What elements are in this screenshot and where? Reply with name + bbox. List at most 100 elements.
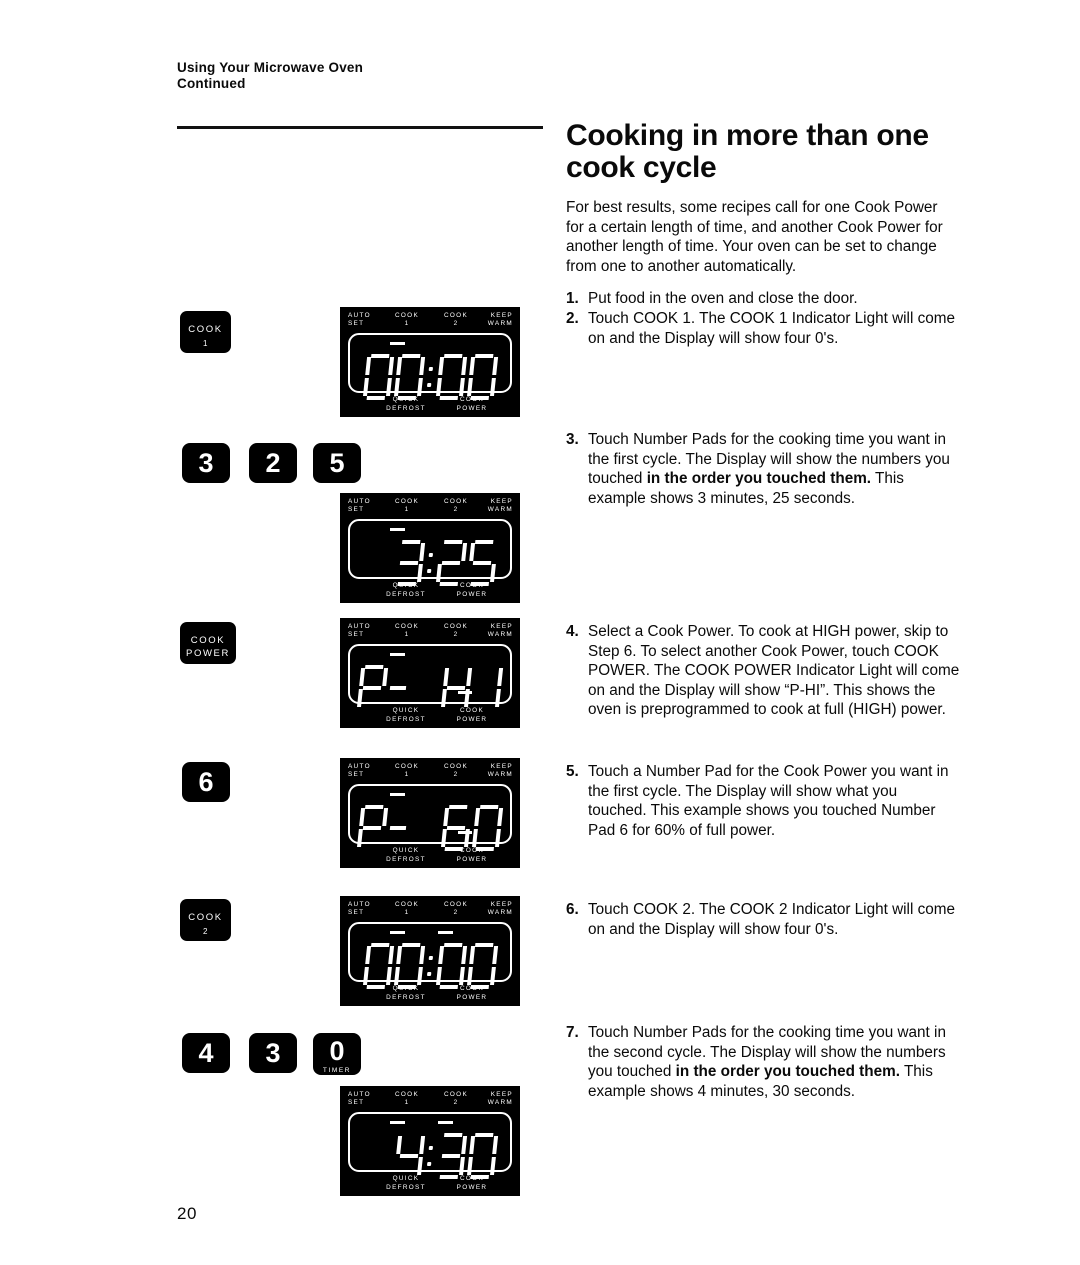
label-auto-set: AUTO SET — [348, 312, 371, 328]
display-power-p60: AUTO SET COOK 1 COOK 2 KEEP WARM QUICK D… — [340, 758, 520, 868]
display-blank-digit — [365, 1133, 392, 1179]
label-cook-1: COOK 1 — [394, 901, 420, 917]
display-bottom-indicator-labels: QUICK DEFROST COOK POWER — [340, 395, 520, 413]
button-cook-power-label-line1: COOK — [190, 635, 226, 646]
display-bottom-indicator-labels: QUICK DEFROST COOK POWER — [340, 1174, 520, 1192]
button-cook-2[interactable]: COOK 2 — [180, 899, 231, 941]
label-cook-2: COOK 2 — [443, 498, 469, 514]
label-quick-defrost: QUICK DEFROST — [386, 707, 426, 723]
display-digit-0 — [466, 1133, 498, 1179]
indicator-light-cook-1 — [390, 528, 405, 531]
indicator-light-cook-1 — [390, 793, 405, 796]
indicator-light-cook-1 — [390, 342, 405, 345]
step-3-number: 3. — [566, 431, 579, 448]
numpad-3-digit: 3 — [198, 448, 214, 478]
section-divider-rule — [177, 126, 543, 129]
label-auto-set: AUTO SET — [348, 901, 371, 917]
label-keep-warm: KEEP WARM — [487, 1091, 513, 1107]
display-digit-0 — [435, 354, 467, 400]
display-top-indicator-labels: AUTO SET COOK 1 COOK 2 KEEP WARM — [340, 623, 520, 643]
numpad-4-digit: 4 — [198, 1038, 214, 1068]
button-cook-1-label-line2: 1 — [202, 339, 209, 348]
label-keep-warm: KEEP WARM — [487, 498, 513, 514]
display-bottom-indicator-labels: QUICK DEFROST COOK POWER — [340, 706, 520, 724]
label-cook-power: COOK POWER — [456, 582, 488, 598]
numpad-3-second-digit: 3 — [265, 1038, 281, 1068]
display-digit-0 — [466, 354, 498, 400]
display-screen — [348, 784, 512, 851]
numpad-3[interactable]: 3 — [182, 443, 230, 483]
step-7-number: 7. — [566, 1024, 579, 1041]
display-dash — [386, 665, 413, 711]
step-6-text-before: Touch COOK 2. The COOK 2 Indicator Light… — [588, 901, 955, 938]
step-4-text: Select a Cook Power. To cook at HIGH pow… — [588, 622, 960, 720]
label-cook-power: COOK POWER — [456, 985, 488, 1001]
display-power-phi: AUTO SET COOK 1 COOK 2 KEEP WARM QUICK D… — [340, 618, 520, 728]
display-digit-P — [357, 665, 389, 711]
display-digit-4 — [393, 1133, 425, 1179]
step-7-text: Touch Number Pads for the cooking time y… — [588, 1023, 960, 1101]
label-auto-set: AUTO SET — [348, 623, 371, 639]
step-2: 2. Touch COOK 1. The COOK 1 Indicator Li… — [566, 309, 960, 348]
numpad-2[interactable]: 2 — [249, 443, 297, 483]
numpad-3-second[interactable]: 3 — [249, 1033, 297, 1073]
numpad-5-digit: 5 — [329, 448, 345, 478]
display-screen — [348, 644, 512, 707]
label-auto-set: AUTO SET — [348, 763, 371, 779]
display-top-indicator-labels: AUTO SET COOK 1 COOK 2 KEEP WARM — [340, 1091, 520, 1111]
label-cook-2: COOK 2 — [443, 763, 469, 779]
label-cook-2: COOK 2 — [443, 1091, 469, 1107]
display-cook2-zeros: AUTO SET COOK 1 COOK 2 KEEP WARM QUICK D… — [340, 896, 520, 1006]
display-top-indicator-labels: AUTO SET COOK 1 COOK 2 KEEP WARM — [340, 901, 520, 921]
numpad-6[interactable]: 6 — [182, 762, 230, 802]
button-cook-power-label-line2: POWER — [186, 648, 230, 659]
display-top-indicator-labels: AUTO SET COOK 1 COOK 2 KEEP WARM — [340, 498, 520, 518]
numpad-0-timer[interactable]: 0 TIMER — [313, 1033, 361, 1075]
step-6-number: 6. — [566, 901, 579, 918]
step-5-number: 5. — [566, 763, 579, 780]
display-digit-H — [441, 665, 473, 711]
label-auto-set: AUTO SET — [348, 1091, 371, 1107]
numpad-0-digit: 0 — [329, 1036, 345, 1066]
display-digit-0 — [362, 354, 394, 400]
display-digit-0 — [466, 943, 498, 989]
display-digit-0 — [393, 354, 425, 400]
display-blank-digit — [412, 665, 439, 711]
page-number: 20 — [177, 1204, 197, 1223]
display-digit-2 — [435, 540, 467, 586]
step-4-number: 4. — [566, 623, 579, 640]
display-digit-6 — [441, 805, 473, 851]
step-7: 7. Touch Number Pads for the cooking tim… — [566, 1023, 960, 1101]
label-quick-defrost: QUICK DEFROST — [386, 985, 426, 1001]
numpad-4[interactable]: 4 — [182, 1033, 230, 1073]
display-time-325: AUTO SET COOK 1 COOK 2 KEEP WARM QUICK D… — [340, 493, 520, 603]
numpad-5[interactable]: 5 — [313, 443, 361, 483]
label-cook-2: COOK 2 — [443, 312, 469, 328]
step-2-text-before: Touch COOK 1. The COOK 1 Indicator Light… — [588, 310, 955, 347]
running-head: Using Your Microwave Oven Continued — [177, 60, 597, 92]
display-digit-I — [472, 665, 504, 711]
label-keep-warm: KEEP WARM — [487, 623, 513, 639]
display-blank-digit — [412, 805, 439, 851]
button-cook-2-label-line2: 2 — [202, 927, 209, 936]
display-bottom-indicator-labels: QUICK DEFROST COOK POWER — [340, 581, 520, 599]
page-title: Cooking in more than one cook cycle — [566, 119, 929, 184]
section-text-column: Cooking in more than one cook cycle For … — [566, 120, 958, 276]
display-digit-0 — [435, 943, 467, 989]
numpad-6-digit: 6 — [198, 767, 214, 797]
step-7-text-bold: in the order you touched them. — [675, 1063, 900, 1081]
step-5-text-before: Touch a Number Pad for the Cook Power yo… — [588, 763, 949, 839]
display-bottom-indicator-labels: QUICK DEFROST COOK POWER — [340, 846, 520, 864]
label-keep-warm: KEEP WARM — [487, 312, 513, 328]
indicator-light-cook-2 — [438, 1121, 453, 1124]
step-4-text-before: Select a Cook Power. To cook at HIGH pow… — [588, 623, 960, 719]
display-digit-3 — [393, 540, 425, 586]
numpad-0-timer-sublabel: TIMER — [322, 1067, 352, 1074]
display-screen — [348, 519, 512, 586]
step-6: 6. Touch COOK 2. The COOK 2 Indicator Li… — [566, 900, 960, 939]
button-cook-power[interactable]: COOK POWER — [180, 622, 236, 664]
label-cook-power: COOK POWER — [456, 707, 488, 723]
step-6-text: Touch COOK 2. The COOK 2 Indicator Light… — [588, 900, 960, 939]
label-auto-set: AUTO SET — [348, 498, 371, 514]
button-cook-1[interactable]: COOK 1 — [180, 311, 231, 353]
